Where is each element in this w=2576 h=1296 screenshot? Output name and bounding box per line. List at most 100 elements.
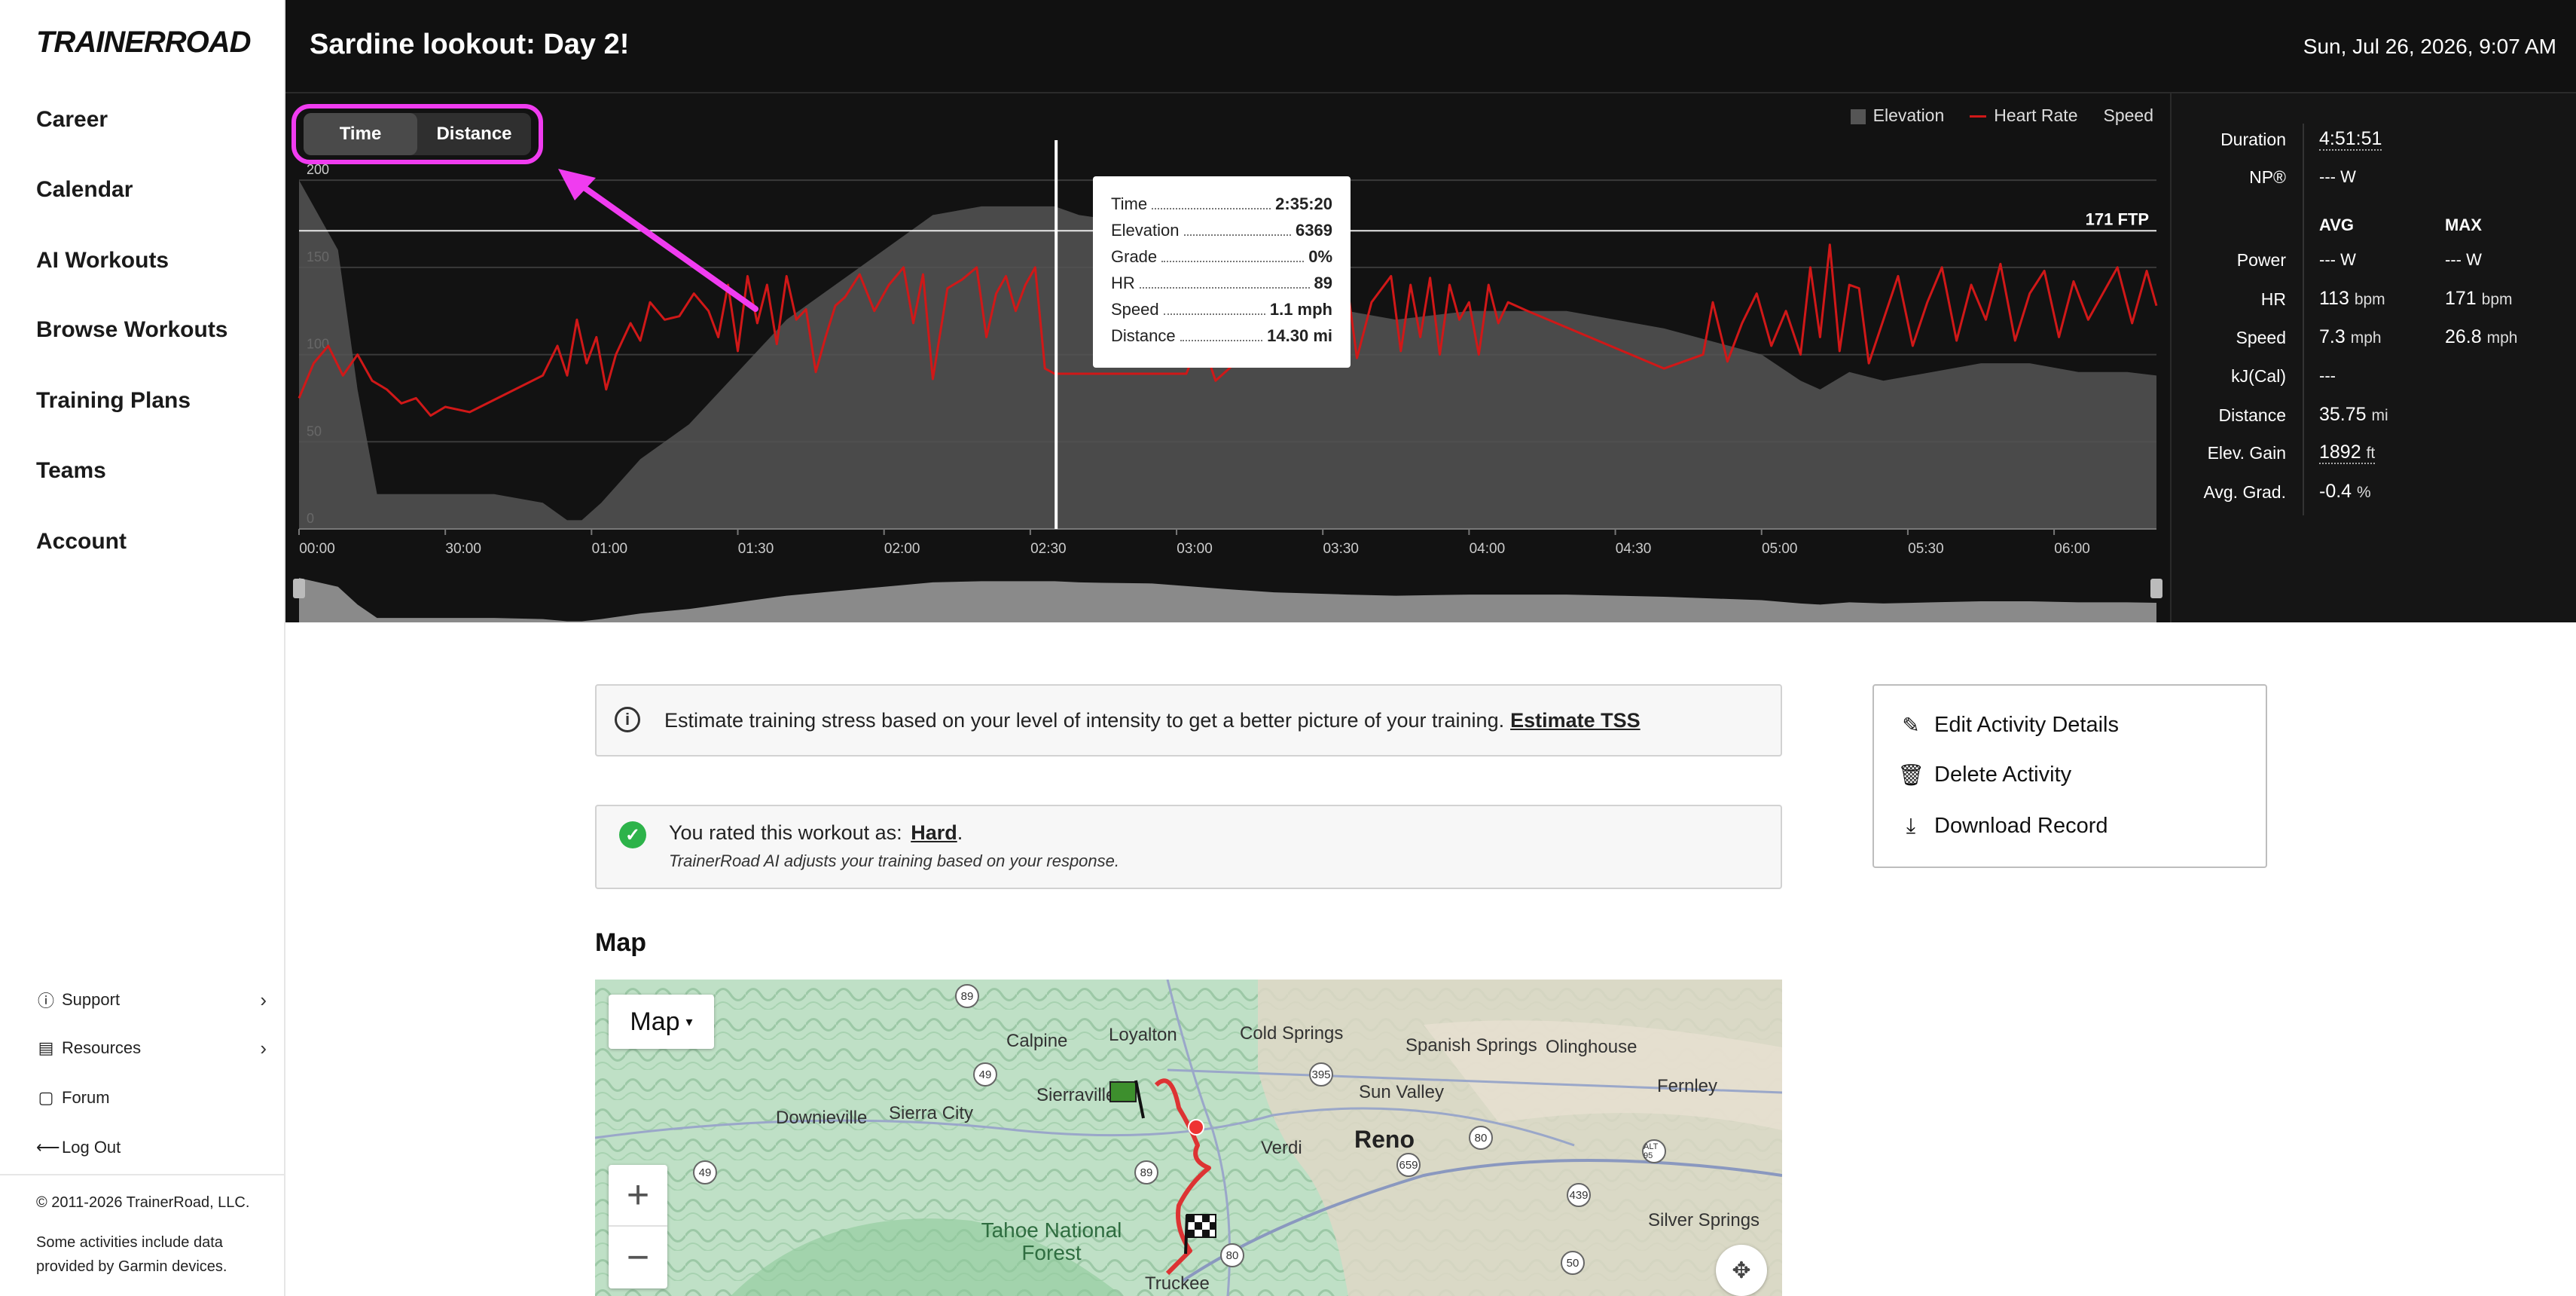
speed-unit: mph xyxy=(2486,329,2518,347)
tooltip-row: Elevation 6369 xyxy=(1111,221,1332,247)
hr-unit: bpm xyxy=(2481,291,2513,308)
x-tick-label: 05:00 xyxy=(1762,541,1798,557)
x-tick-label: 03:30 xyxy=(1323,541,1359,557)
chart-axis-ticks: 00:00 30:00 01:00 01:30 02:00 02:30 03:00 03:30… xyxy=(298,528,2156,557)
tooltip-row: HR 89 xyxy=(1111,274,1332,300)
map-park-label: Tahoe National Forest xyxy=(981,1218,1122,1264)
duration-number: 4:51:51 xyxy=(2319,128,2382,151)
nav-calendar[interactable]: Calendar xyxy=(36,177,133,203)
speed-max: 26.8 mph xyxy=(2445,326,2517,348)
speed-avg-number: 7.3 xyxy=(2319,326,2346,347)
max-column-heading: MAX xyxy=(2445,215,2482,234)
tooltip-row: Grade 0% xyxy=(1111,247,1332,274)
finish-flag-icon xyxy=(1184,1214,1216,1255)
nav-account[interactable]: Account xyxy=(36,529,127,555)
map-place-label: Calpine xyxy=(1006,1031,1068,1051)
elev-gain-underlined: 1892 ft xyxy=(2319,442,2376,464)
power-label: Power xyxy=(2236,250,2286,270)
toggle-time[interactable]: Time xyxy=(304,113,417,155)
rating-period: . xyxy=(957,821,963,844)
forum-link[interactable]: ▢ Forum xyxy=(36,1088,267,1108)
nav-ai-workouts[interactable]: AI Workouts xyxy=(36,248,169,274)
ftp-label: 171 FTP xyxy=(2086,209,2149,228)
tooltip-row: Distance 14.30 mi xyxy=(1111,326,1332,353)
road-shield: 395 xyxy=(1309,1062,1333,1087)
tooltip-key: Distance xyxy=(1111,326,1176,345)
speed-label: Speed xyxy=(2236,328,2286,347)
zoom-out-button[interactable]: − xyxy=(609,1227,667,1288)
kj-label: kJ(Cal) xyxy=(2231,366,2286,386)
logout-label: Log Out xyxy=(62,1138,121,1157)
x-tick-label: 04:00 xyxy=(1470,541,1506,557)
map-place-label: Downieville xyxy=(776,1108,868,1128)
start-flag-icon xyxy=(1109,1080,1145,1119)
activity-stats-panel: Duration 4:51:51 NP® --- W AVG MAX Power… xyxy=(2170,93,2576,622)
workout-rating-banner: ✓ You rated this workout as: Hard. Train… xyxy=(595,805,1782,889)
x-tick-label: 04:30 xyxy=(1616,541,1652,557)
duration-value: 4:51:51 xyxy=(2319,128,2382,151)
chevron-right-icon: › xyxy=(260,988,267,1011)
map-place-label: Spanish Springs xyxy=(1406,1035,1537,1056)
time-distance-toggle: Time Distance xyxy=(304,113,531,155)
hr-max-number: 171 xyxy=(2445,288,2477,309)
rating-text: You rated this workout as: Hard. xyxy=(669,821,963,845)
y-tick-label: 200 xyxy=(307,162,329,177)
edit-activity-button[interactable]: ✎ Edit Activity Details xyxy=(1900,713,2119,738)
zoom-in-button[interactable]: + xyxy=(609,1165,667,1227)
download-record-button[interactable]: ⤓ Download Record xyxy=(1900,814,2108,839)
chart-tooltip: Time 2:35:20 Elevation 6369 Grade 0% HR 89 S… xyxy=(1093,176,1351,368)
map-city-label: Reno xyxy=(1354,1126,1415,1153)
tooltip-value: 0% xyxy=(1308,247,1332,266)
map-fullscreen-button[interactable]: ✥ xyxy=(1716,1245,1767,1296)
map-place-label: Truckee xyxy=(1145,1273,1210,1294)
nav-browse-workouts[interactable]: Browse Workouts xyxy=(36,317,228,343)
caret-down-icon: ▾ xyxy=(685,1013,693,1029)
avg-grade-unit: % xyxy=(2357,484,2371,501)
map-type-label: Map xyxy=(630,1007,680,1036)
map-place-label: Sierraville xyxy=(1036,1085,1116,1105)
elev-gain-number: 1892 xyxy=(2319,442,2361,463)
tooltip-value: 89 xyxy=(1314,274,1332,292)
legend-heart-rate[interactable]: Heart Rate xyxy=(1970,105,2077,126)
nav-training-plans[interactable]: Training Plans xyxy=(36,388,191,414)
trainerroad-logo[interactable]: TRAINERROAD xyxy=(36,26,252,60)
elev-gain-label: Elev. Gain xyxy=(2207,443,2286,463)
toggle-distance[interactable]: Distance xyxy=(417,113,531,155)
x-tick-label: 06:00 xyxy=(2054,541,2090,557)
tooltip-value: 14.30 mi xyxy=(1267,326,1332,345)
delete-activity-button[interactable]: 🗑 Delete Activity xyxy=(1897,763,2071,787)
heart-rate-swatch xyxy=(1970,115,1987,118)
rating-subtext: TrainerRoad AI adjusts your training bas… xyxy=(669,851,1119,870)
activity-chart-panel: 050100150200 171 FTP 00:0030:0001:0001:3… xyxy=(285,93,2170,622)
edit-activity-label: Edit Activity Details xyxy=(1934,713,2119,737)
legend-elevation[interactable]: Elevation xyxy=(1850,105,1944,126)
route-map[interactable]: Map ▾ Loyalton Calpine Cold Springs Spani… xyxy=(595,980,1782,1296)
x-tick-label: 03:00 xyxy=(1177,541,1213,557)
distance-unit: mi xyxy=(2371,407,2388,424)
legend-speed[interactable]: Speed xyxy=(2103,105,2153,126)
road-shield: 89 xyxy=(1134,1160,1158,1184)
trash-icon: 🗑 xyxy=(1897,763,1924,787)
speed-avg: 7.3 mph xyxy=(2319,326,2382,348)
logout-link[interactable]: ⟵ Log Out xyxy=(36,1138,267,1157)
nav-career[interactable]: Career xyxy=(36,107,108,133)
copyright-text: © 2011-2026 TrainerRoad, LLC. xyxy=(36,1194,250,1211)
download-record-label: Download Record xyxy=(1934,814,2108,838)
x-tick-label: 02:00 xyxy=(884,541,920,557)
estimate-tss-link[interactable]: Estimate TSS xyxy=(1510,709,1641,732)
tooltip-value: 2:35:20 xyxy=(1275,194,1332,213)
info-icon: i xyxy=(615,707,640,732)
resources-link[interactable]: ▤ Resources › xyxy=(36,1037,267,1059)
tooltip-key: Time xyxy=(1111,194,1148,213)
map-place-label: Verdi xyxy=(1261,1138,1302,1158)
tooltip-key: Elevation xyxy=(1111,221,1180,240)
estimate-tss-text: Estimate training stress based on your l… xyxy=(664,708,1505,732)
support-link[interactable]: ⓘ Support › xyxy=(36,988,267,1012)
expand-arrows-icon: ✥ xyxy=(1732,1258,1751,1283)
rating-value-link[interactable]: Hard xyxy=(911,821,957,844)
map-place-label: Sun Valley xyxy=(1359,1082,1444,1102)
estimate-tss-banner: i Estimate training stress based on your… xyxy=(595,684,1782,757)
map-place-label: Loyalton xyxy=(1109,1025,1177,1045)
nav-teams[interactable]: Teams xyxy=(36,458,106,484)
map-type-selector[interactable]: Map ▾ xyxy=(609,995,714,1049)
